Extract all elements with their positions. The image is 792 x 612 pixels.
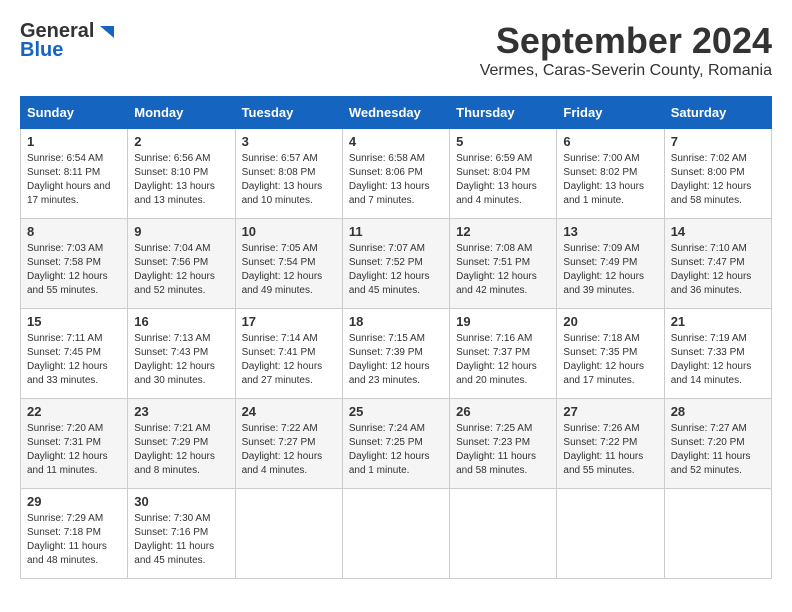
header-monday: Monday <box>128 97 235 129</box>
title-section: September 2024 Vermes, Caras-Severin Cou… <box>480 20 772 80</box>
logo: General Blue <box>20 20 116 62</box>
day-19: 19 Sunrise: 7:16 AMSunset: 7:37 PMDaylig… <box>450 309 557 399</box>
day-28: 28 Sunrise: 7:27 AMSunset: 7:20 PMDaylig… <box>664 399 771 489</box>
day-18: 18 Sunrise: 7:15 AMSunset: 7:39 PMDaylig… <box>342 309 449 399</box>
day-1: 1 Sunrise: 6:54 AMSunset: 8:11 PMDayligh… <box>21 129 128 219</box>
month-year-title: September 2024 <box>480 20 772 62</box>
day-5: 5 Sunrise: 6:59 AMSunset: 8:04 PMDayligh… <box>450 129 557 219</box>
week-row-1: 1 Sunrise: 6:54 AMSunset: 8:11 PMDayligh… <box>21 129 772 219</box>
day-14: 14 Sunrise: 7:10 AMSunset: 7:47 PMDaylig… <box>664 219 771 309</box>
calendar-table: Sunday Monday Tuesday Wednesday Thursday… <box>20 96 772 579</box>
empty-cell-2 <box>342 489 449 579</box>
header-saturday: Saturday <box>664 97 771 129</box>
day-16: 16 Sunrise: 7:13 AMSunset: 7:43 PMDaylig… <box>128 309 235 399</box>
day-3: 3 Sunrise: 6:57 AMSunset: 8:08 PMDayligh… <box>235 129 342 219</box>
day-30: 30 Sunrise: 7:30 AMSunset: 7:16 PMDaylig… <box>128 489 235 579</box>
header: General Blue September 2024 Vermes, Cara… <box>20 20 772 80</box>
day-2: 2 Sunrise: 6:56 AMSunset: 8:10 PMDayligh… <box>128 129 235 219</box>
empty-cell-3 <box>450 489 557 579</box>
day-21: 21 Sunrise: 7:19 AMSunset: 7:33 PMDaylig… <box>664 309 771 399</box>
day-24: 24 Sunrise: 7:22 AMSunset: 7:27 PMDaylig… <box>235 399 342 489</box>
day-27: 27 Sunrise: 7:26 AMSunset: 7:22 PMDaylig… <box>557 399 664 489</box>
empty-cell-4 <box>557 489 664 579</box>
header-thursday: Thursday <box>450 97 557 129</box>
day-20: 20 Sunrise: 7:18 AMSunset: 7:35 PMDaylig… <box>557 309 664 399</box>
location-subtitle: Vermes, Caras-Severin County, Romania <box>480 62 772 80</box>
day-25: 25 Sunrise: 7:24 AMSunset: 7:25 PMDaylig… <box>342 399 449 489</box>
day-13: 13 Sunrise: 7:09 AMSunset: 7:49 PMDaylig… <box>557 219 664 309</box>
weekday-header-row: Sunday Monday Tuesday Wednesday Thursday… <box>21 97 772 129</box>
header-wednesday: Wednesday <box>342 97 449 129</box>
day-6: 6 Sunrise: 7:00 AMSunset: 8:02 PMDayligh… <box>557 129 664 219</box>
header-friday: Friday <box>557 97 664 129</box>
day-9: 9 Sunrise: 7:04 AMSunset: 7:56 PMDayligh… <box>128 219 235 309</box>
week-row-4: 22 Sunrise: 7:20 AMSunset: 7:31 PMDaylig… <box>21 399 772 489</box>
day-22: 22 Sunrise: 7:20 AMSunset: 7:31 PMDaylig… <box>21 399 128 489</box>
week-row-2: 8 Sunrise: 7:03 AMSunset: 7:58 PMDayligh… <box>21 219 772 309</box>
day-8: 8 Sunrise: 7:03 AMSunset: 7:58 PMDayligh… <box>21 219 128 309</box>
day-12: 12 Sunrise: 7:08 AMSunset: 7:51 PMDaylig… <box>450 219 557 309</box>
day-11: 11 Sunrise: 7:07 AMSunset: 7:52 PMDaylig… <box>342 219 449 309</box>
day-23: 23 Sunrise: 7:21 AMSunset: 7:29 PMDaylig… <box>128 399 235 489</box>
week-row-5: 29 Sunrise: 7:29 AMSunset: 7:18 PMDaylig… <box>21 489 772 579</box>
page-container: General Blue September 2024 Vermes, Cara… <box>20 20 772 579</box>
empty-cell-1 <box>235 489 342 579</box>
day-29: 29 Sunrise: 7:29 AMSunset: 7:18 PMDaylig… <box>21 489 128 579</box>
day-7: 7 Sunrise: 7:02 AMSunset: 8:00 PMDayligh… <box>664 129 771 219</box>
header-sunday: Sunday <box>21 97 128 129</box>
day-26: 26 Sunrise: 7:25 AMSunset: 7:23 PMDaylig… <box>450 399 557 489</box>
day-4: 4 Sunrise: 6:58 AMSunset: 8:06 PMDayligh… <box>342 129 449 219</box>
empty-cell-5 <box>664 489 771 579</box>
day-17: 17 Sunrise: 7:14 AMSunset: 7:41 PMDaylig… <box>235 309 342 399</box>
day-15: 15 Sunrise: 7:11 AMSunset: 7:45 PMDaylig… <box>21 309 128 399</box>
header-tuesday: Tuesday <box>235 97 342 129</box>
week-row-3: 15 Sunrise: 7:11 AMSunset: 7:45 PMDaylig… <box>21 309 772 399</box>
day-10: 10 Sunrise: 7:05 AMSunset: 7:54 PMDaylig… <box>235 219 342 309</box>
